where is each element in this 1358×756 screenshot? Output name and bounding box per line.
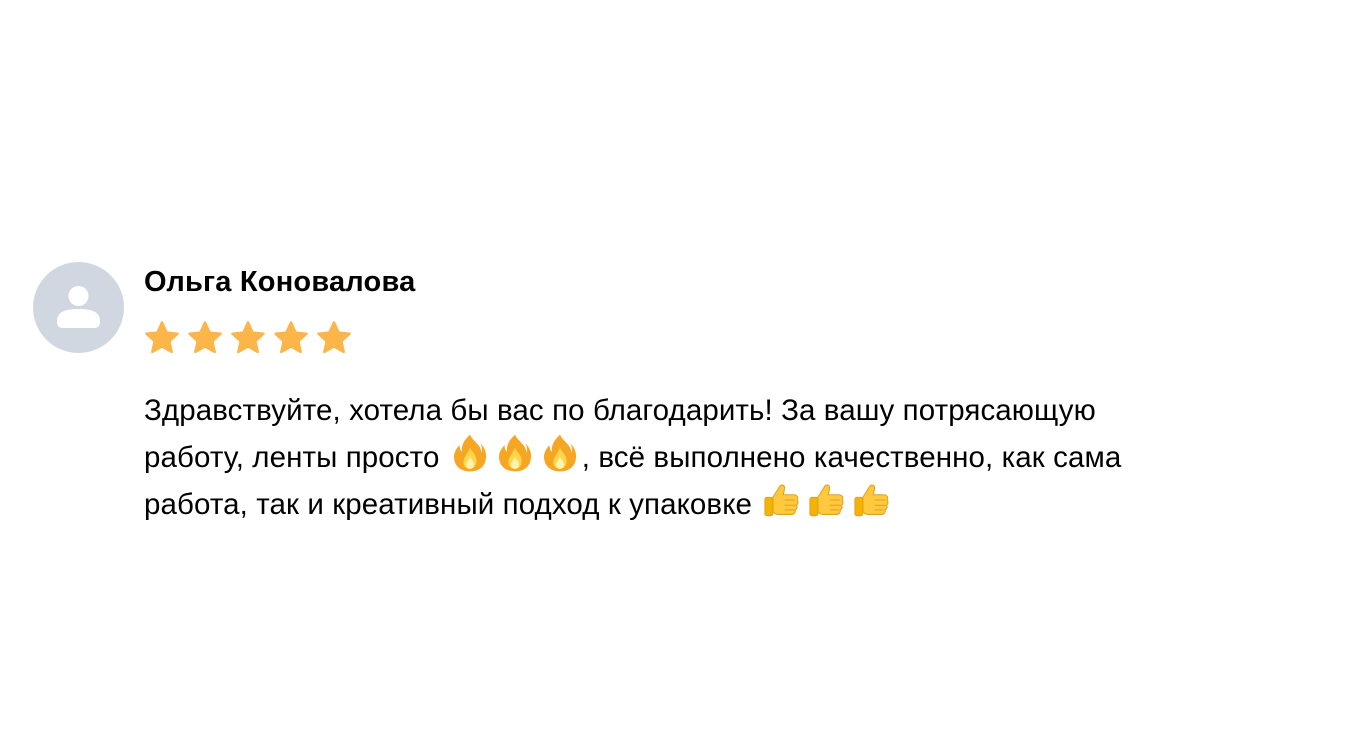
fire-icon <box>543 434 576 472</box>
star-icon <box>231 321 265 354</box>
thumbs-up-icon <box>764 484 799 517</box>
fire-icon <box>453 434 486 472</box>
star-icon <box>317 321 351 354</box>
review-text-line: работа, так и креативный подход к упаков… <box>144 479 1239 526</box>
fire-emoji-group <box>449 432 581 474</box>
user-silhouette-icon <box>57 286 100 328</box>
author-name[interactable]: Ольга Коновалова <box>144 266 415 299</box>
rating-stars <box>143 319 353 357</box>
thumbs-up-icon <box>809 484 844 517</box>
text-fragment: работу, ленты просто <box>144 441 448 474</box>
text-fragment: Здравствуйте, хотела бы вас по благодари… <box>144 394 1096 427</box>
thumbs-up-emoji-group <box>761 479 893 521</box>
review-text: Здравствуйте, хотела бы вас по благодари… <box>144 390 1239 526</box>
text-fragment: , всё выполнено качественно, как сама <box>581 441 1122 474</box>
avatar[interactable] <box>33 262 124 353</box>
review-text-line: работу, ленты просто , всё выполнено кач… <box>144 432 1239 479</box>
fire-icon <box>498 434 531 472</box>
thumbs-up-icon <box>854 484 889 517</box>
star-icon <box>145 321 179 354</box>
star-icon <box>188 321 222 354</box>
star-icon <box>274 321 308 354</box>
review-text-line: Здравствуйте, хотела бы вас по благодари… <box>144 390 1239 432</box>
text-fragment: работа, так и креативный подход к упаков… <box>144 488 761 521</box>
